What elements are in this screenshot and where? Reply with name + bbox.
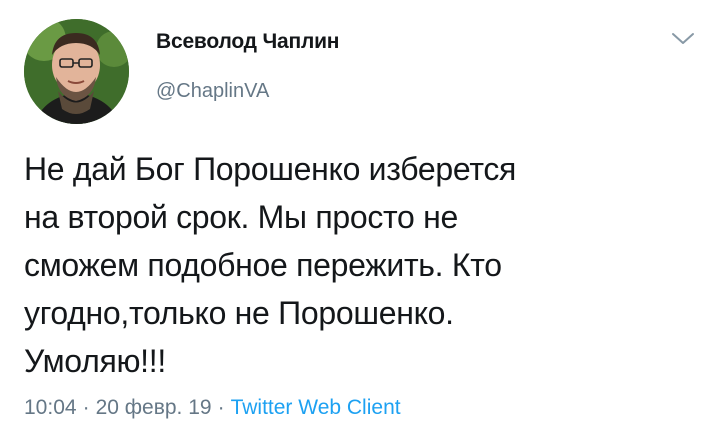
author-handle[interactable]: @ChaplinVA xyxy=(156,80,269,103)
tweet-text: Не дай Бог Порошенко изберется на второй… xyxy=(24,145,664,385)
avatar-photo xyxy=(24,19,129,124)
separator: · xyxy=(217,396,225,419)
tweet-text-line: Не дай Бог Порошенко изберется xyxy=(24,151,517,187)
tweet-card: Всеволод Чаплин @ChaplinVA Не дай Бог По… xyxy=(0,0,720,447)
tweet-text-line: сможем подобное пережить. Кто xyxy=(24,247,502,283)
author-name[interactable]: Всеволод Чаплин xyxy=(156,30,339,54)
tweet-time[interactable]: 10:04 xyxy=(24,396,77,419)
separator: · xyxy=(82,396,90,419)
tweet-text-line: на второй срок. Мы просто не xyxy=(24,199,459,235)
tweet-date[interactable]: 20 февр. 19 xyxy=(96,396,212,419)
avatar[interactable] xyxy=(24,19,129,124)
tweet-metadata: 10:04 · 20 февр. 19 · Twitter Web Client xyxy=(24,396,401,420)
chevron-down-icon[interactable] xyxy=(670,30,696,48)
tweet-text-line: Умоляю!!! xyxy=(24,343,166,379)
tweet-text-line: угодно,только не Порошенко. xyxy=(24,295,454,331)
client-link[interactable]: Twitter Web Client xyxy=(231,396,401,419)
